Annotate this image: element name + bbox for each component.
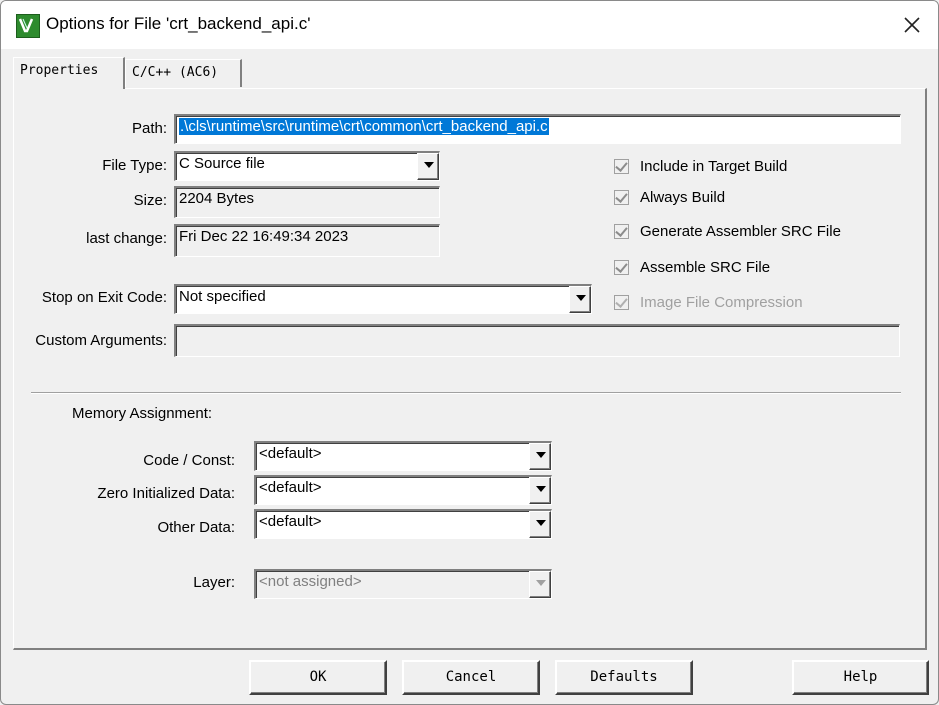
generate-assembler-src-label: Generate Assembler SRC File [640,223,841,240]
last-change-label: last change: [86,230,167,247]
file-type-select[interactable]: C Source file [174,151,440,181]
other-data-dropdown-arrow-icon[interactable] [529,511,551,538]
other-data-value: <default> [259,513,322,530]
assemble-src-file-label: Assemble SRC File [640,259,771,276]
close-icon[interactable] [900,13,924,37]
assemble-src-file-checkbox[interactable] [614,260,629,275]
path-label: Path: [131,120,167,137]
include-in-target-build-checkbox[interactable] [614,159,629,174]
path-value: .\cls\runtime\src\runtime\crt\common\crt… [179,118,549,135]
tab-c-cpp-ac6[interactable]: C/C++ (AC6) [125,59,242,87]
section-divider [31,392,901,394]
ok-button[interactable]: OK [249,660,387,695]
window-title: Options for File 'crt_backend_api.c' [46,14,311,33]
help-button[interactable]: Help [792,660,929,695]
include-in-target-build-label: Include in Target Build [640,158,788,175]
generate-assembler-src-checkbox[interactable] [614,224,629,239]
always-build-checkbox[interactable] [614,190,629,205]
layer-label: Layer: [193,574,235,591]
tab-properties[interactable]: Properties [13,57,125,89]
code-const-label: Code / Const: [143,452,235,469]
zero-initialized-data-label: Zero Initialized Data: [97,485,235,502]
file-type-value: C Source file [179,155,265,172]
stop-on-exit-value: Not specified [179,288,266,305]
always-build-label: Always Build [640,189,726,206]
last-change-field: Fri Dec 22 16:49:34 2023 [174,224,440,257]
image-file-compression-label: Image File Compression [640,294,803,311]
file-type-label: File Type: [102,157,167,174]
stop-on-exit-label: Stop on Exit Code: [41,289,167,306]
layer-value: <not assigned> [259,573,362,590]
defaults-button[interactable]: Defaults [555,660,693,695]
other-data-label: Other Data: [157,519,235,536]
other-data-select[interactable]: <default> [254,509,552,539]
stop-on-exit-dropdown-arrow-icon[interactable] [569,286,591,313]
custom-arguments-field[interactable] [174,324,900,357]
last-change-value: Fri Dec 22 16:49:34 2023 [179,228,349,245]
custom-arguments-label: Custom Arguments: [35,332,167,349]
path-field[interactable]: .\cls\runtime\src\runtime\crt\common\crt… [174,114,901,144]
stop-on-exit-select[interactable]: Not specified [174,284,592,314]
keil-app-icon [16,14,40,38]
cancel-button[interactable]: Cancel [402,660,540,695]
layer-select: <not assigned> [254,569,552,599]
code-const-dropdown-arrow-icon[interactable] [529,443,551,470]
zero-initialized-data-dropdown-arrow-icon[interactable] [529,477,551,504]
memory-assignment-heading: Memory Assignment: [72,405,213,422]
size-value: 2204 Bytes [179,190,255,207]
size-label: Size: [133,192,167,209]
zero-initialized-data-value: <default> [259,479,322,496]
options-dialog: Options for File 'crt_backend_api.c' Pro… [0,0,939,705]
size-field: 2204 Bytes [174,186,440,218]
file-type-dropdown-arrow-icon[interactable] [417,153,439,180]
title-bar: Options for File 'crt_backend_api.c' [1,1,938,49]
code-const-select[interactable]: <default> [254,441,552,471]
code-const-value: <default> [259,445,322,462]
image-file-compression-checkbox [614,295,629,310]
zero-initialized-data-select[interactable]: <default> [254,475,552,505]
layer-dropdown-arrow-icon [529,571,551,598]
